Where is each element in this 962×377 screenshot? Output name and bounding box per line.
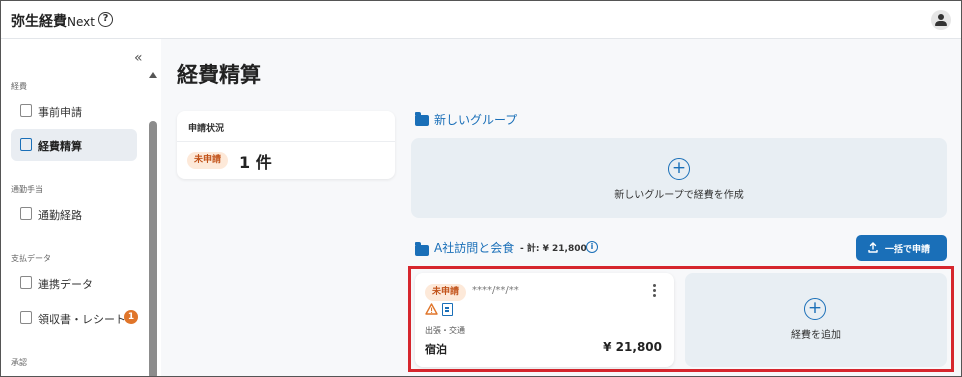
app-title-text: 弥生経費	[11, 14, 67, 30]
top-header: 弥生経費Next ?	[1, 1, 961, 39]
app-title[interactable]: 弥生経費Next	[11, 11, 95, 31]
plus-circle-icon: +	[668, 158, 690, 180]
create-expense-label: 新しいグループで経費を作成	[614, 190, 744, 201]
nav-section-approval: 承認	[11, 358, 27, 367]
expense-category: 出張・交通	[425, 326, 465, 335]
page-title: 経費精算	[177, 63, 261, 87]
sidebar: « 経費 事前申請 経費精算 通勤手当 通勤経路 支払データ 連携データ 領収書…	[1, 39, 161, 376]
add-expense-button[interactable]: + 経費を追加	[685, 273, 947, 367]
sidebar-item-linked-data[interactable]: 連携データ	[11, 267, 137, 299]
nav-section-commute: 通勤手当	[11, 185, 43, 194]
sidebar-item-label: 事前申請	[38, 106, 82, 119]
sidebar-item-pre-application[interactable]: 事前申請	[11, 95, 137, 127]
expense-card[interactable]: 未申請 ****/**/** 出張・交通 宿泊 ¥ 21,800	[415, 273, 674, 367]
expense-date: ****/**/**	[472, 285, 519, 296]
receipt-icon	[442, 303, 453, 316]
warning-icon	[425, 303, 438, 315]
plus-circle-icon: +	[804, 298, 826, 320]
help-icon[interactable]: ?	[98, 12, 113, 27]
user-icon-body	[935, 21, 947, 26]
receipt-icon	[20, 311, 32, 324]
bulk-submit-button[interactable]: 一括で申請	[856, 235, 947, 261]
walking-icon	[20, 207, 32, 220]
status-card-title: 申請状況	[188, 124, 225, 134]
group-name-new-group[interactable]: 新しいグループ	[434, 111, 517, 128]
folder-icon	[415, 242, 429, 256]
document-icon	[20, 104, 32, 117]
add-expense-label: 経費を追加	[791, 330, 841, 341]
notification-badge: 1	[124, 310, 138, 324]
status-count: 1 件	[239, 153, 272, 172]
more-options-icon[interactable]	[651, 284, 657, 298]
application-status-card: 申請状況 未申請 1 件	[177, 111, 395, 179]
sidebar-item-commute-route[interactable]: 通勤経路	[11, 198, 137, 230]
status-badge[interactable]: 未申請	[187, 152, 229, 169]
group-name-company-visit[interactable]: A社訪問と会食	[434, 239, 514, 256]
sidebar-scrollbar[interactable]	[149, 121, 157, 376]
bulk-submit-label: 一括で申請	[885, 245, 931, 255]
scroll-up-arrow-icon[interactable]	[149, 72, 157, 78]
user-icon-head	[938, 14, 944, 20]
expense-name: 宿泊	[425, 343, 447, 356]
info-icon[interactable]: i	[586, 241, 598, 253]
user-account-icon[interactable]	[931, 10, 951, 30]
folder-icon	[415, 112, 429, 126]
nav-section-payment-data: 支払データ	[11, 254, 51, 263]
sidebar-item-receipts[interactable]: 領収書・レシート 1	[11, 302, 138, 334]
expense-amount: ¥ 21,800	[603, 340, 662, 354]
create-expense-in-new-group-button[interactable]: + 新しいグループで経費を作成	[411, 138, 947, 218]
sidebar-item-label: 領収書・レシート	[38, 313, 126, 326]
status-badge: 未申請	[425, 284, 467, 301]
divider	[177, 141, 395, 142]
sidebar-item-label: 連携データ	[38, 278, 93, 291]
app-title-suffix: Next	[67, 15, 95, 29]
app-window: 弥生経費Next ? « 経費 事前申請 経費精算 通勤手当 通勤経路 支払デー…	[0, 0, 962, 377]
group-total: - 計: ¥ 21,800	[520, 244, 587, 254]
data-icon	[20, 276, 32, 289]
sidebar-item-label: 通勤経路	[38, 209, 82, 222]
sidebar-item-expense-settlement[interactable]: 経費精算	[11, 129, 137, 161]
sidebar-item-label: 経費精算	[38, 140, 82, 153]
yen-receipt-icon	[20, 138, 32, 151]
nav-section-expenses: 経費	[11, 82, 27, 91]
upload-icon	[868, 242, 878, 253]
collapse-sidebar-icon[interactable]: «	[134, 51, 143, 65]
